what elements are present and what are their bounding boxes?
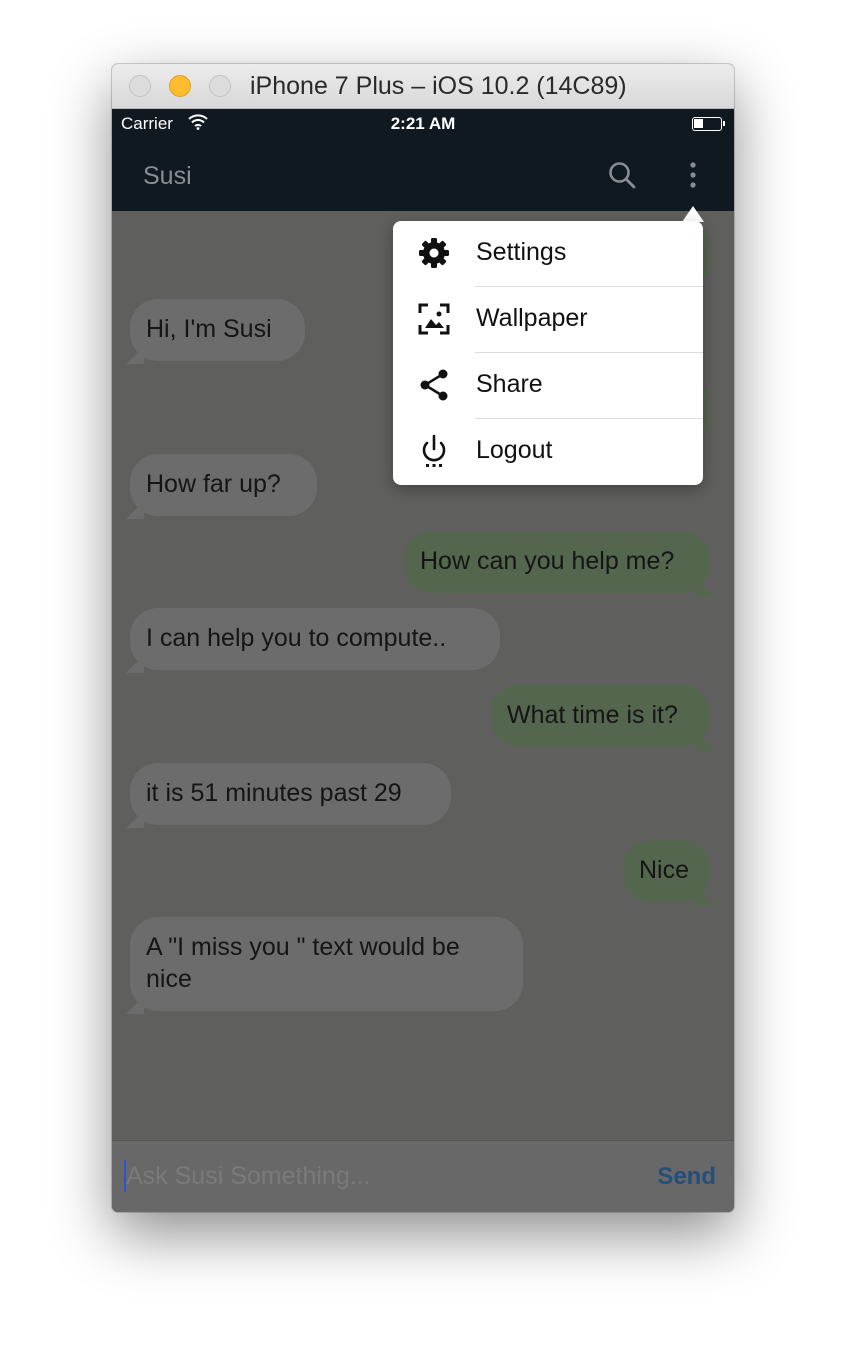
battery-icon: [692, 117, 725, 131]
send-button[interactable]: Send: [657, 1163, 716, 1191]
input-bar: Send: [112, 1140, 734, 1212]
window-title: iPhone 7 Plus – iOS 10.2 (14C89): [250, 72, 627, 100]
menu-item-logout[interactable]: Logout: [393, 419, 703, 485]
wallpaper-icon: [418, 303, 450, 335]
more-vertical-icon[interactable]: [683, 160, 703, 190]
power-icon: [422, 434, 446, 467]
share-icon: [420, 369, 448, 401]
susi-message: Hi, I'm Susi: [130, 299, 305, 361]
user-message: Nice: [623, 840, 710, 902]
status-time: 2:21 AM: [390, 114, 456, 133]
simulator-window: iPhone 7 Plus – iOS 10.2 (14C89) Carrier…: [112, 64, 734, 1212]
susi-message: it is 51 minutes past 29: [130, 763, 451, 825]
menu-pointer: [682, 206, 704, 222]
close-window-button[interactable]: [129, 75, 151, 97]
zoom-window-button[interactable]: [209, 75, 231, 97]
window-titlebar: iPhone 7 Plus – iOS 10.2 (14C89): [112, 64, 734, 109]
menu-item-label: Share: [476, 370, 543, 398]
susi-message: A "I miss you " text would be nice: [130, 917, 523, 1011]
menu-item-settings[interactable]: Settings: [393, 221, 703, 287]
menu-item-label: Wallpaper: [476, 304, 588, 332]
user-message: What time is it?: [491, 685, 710, 747]
menu-item-wallpaper[interactable]: Wallpaper: [393, 287, 703, 353]
status-bar: Carrier 2:21 AM: [112, 109, 734, 139]
search-icon[interactable]: [608, 161, 636, 189]
minimize-window-button[interactable]: [169, 75, 191, 97]
menu-item-label: Logout: [476, 436, 553, 464]
user-message: How can you help me?: [404, 531, 710, 593]
susi-message: I can help you to compute..: [130, 608, 500, 670]
ask-input[interactable]: [126, 1155, 646, 1197]
susi-message: How far up?: [130, 454, 317, 516]
menu-item-label: Settings: [476, 238, 567, 266]
overflow-menu: Settings Wallpaper Share Logout: [393, 221, 703, 485]
gear-icon: [419, 238, 449, 268]
app-bar: Susi: [112, 139, 734, 211]
app-title: Susi: [143, 162, 192, 190]
menu-item-share[interactable]: Share: [393, 353, 703, 419]
